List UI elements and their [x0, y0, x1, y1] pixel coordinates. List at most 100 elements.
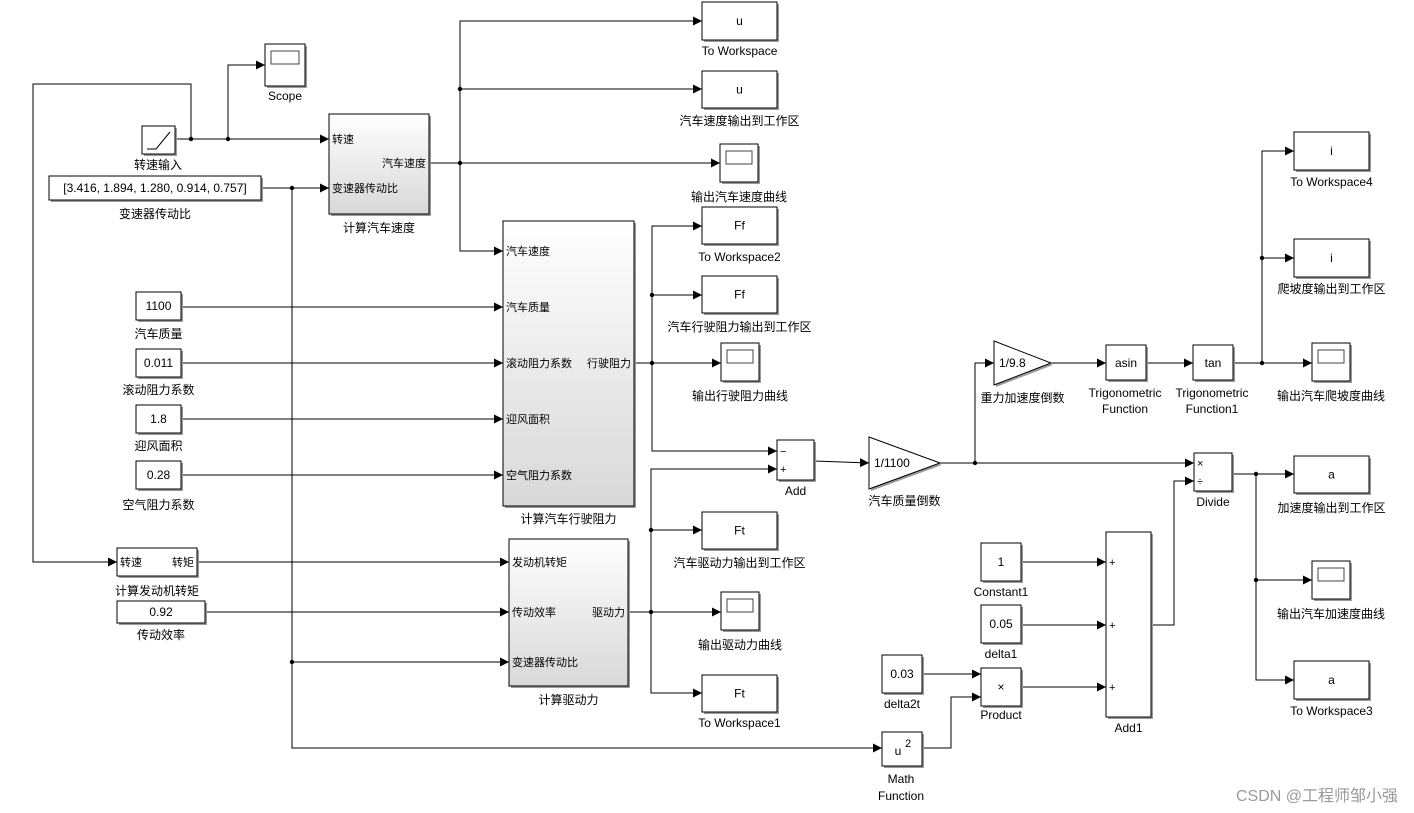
- signal-line[interactable]: [1151, 476, 1194, 626]
- signal-line[interactable]: [974, 358, 994, 463]
- signal-line[interactable]: [650, 612, 702, 698]
- accel-scope-block[interactable]: 输出汽车加速度曲线: [1277, 560, 1385, 621]
- divide-subsystem[interactable]: × ÷ Divide: [1193, 452, 1234, 509]
- exponent: 2: [905, 738, 911, 750]
- resist-ws-block[interactable]: Ff 汽车行驶阻力输出到工作区: [667, 275, 812, 334]
- input-port-label: +: [1109, 682, 1115, 694]
- input-port-label: +: [1109, 557, 1115, 569]
- constant1-block[interactable]: 1 Constant1: [974, 542, 1029, 599]
- tw3-block[interactable]: a To Workspace3: [1290, 660, 1373, 718]
- block-label: To Workspace3: [1290, 704, 1373, 718]
- block-label: 传动效率: [137, 627, 185, 642]
- efficiency-block[interactable]: 0.92 传动效率: [116, 600, 207, 642]
- block-value: 1100: [146, 299, 172, 313]
- drive-ws-block[interactable]: Ft 汽车驱动力输出到工作区: [673, 511, 806, 570]
- input-port-label: ×: [1197, 458, 1203, 470]
- block-label: 汽车驱动力输出到工作区: [673, 555, 805, 570]
- tw2-block[interactable]: Ff To Workspace2: [698, 206, 781, 264]
- block-label: Math: [888, 772, 915, 786]
- tan-trig-function[interactable]: tan Trigonometric Function1: [1176, 344, 1249, 416]
- block-label: 输出汽车速度曲线: [691, 189, 787, 204]
- input-port-label: −: [780, 446, 786, 458]
- block-value: 0.05: [989, 617, 1013, 631]
- scope-screen-icon: [726, 349, 754, 364]
- watermark: CSDN @工程师邹小强: [1236, 787, 1398, 805]
- block-label: Divide: [1196, 495, 1230, 509]
- signal-line[interactable]: [227, 60, 265, 139]
- output-port-label: 汽车速度: [382, 156, 426, 170]
- block-label: 转速输入: [134, 157, 182, 172]
- block-label: To Workspace: [702, 44, 778, 58]
- input-port-label: 发动机转矩: [512, 555, 567, 569]
- delta2t-block[interactable]: 0.03 delta2t: [881, 654, 924, 711]
- resist-scope-block[interactable]: 输出行驶阻力曲线: [692, 342, 788, 403]
- inv-mass-gain[interactable]: 1/1100 汽车质量倒数: [868, 436, 942, 508]
- block-label: delta2t: [884, 697, 921, 711]
- block-label: 重力加速度倒数: [980, 390, 1064, 405]
- branch-point: [1259, 360, 1265, 366]
- mass-block[interactable]: 1100 汽车质量: [134, 291, 183, 341]
- calc-drive-subsystem[interactable]: 发动机转矩传动效率变速器传动比 驱动力计算驱动力: [508, 538, 630, 707]
- signal-line[interactable]: [922, 692, 981, 749]
- drive-scope-block[interactable]: 输出驱动力曲线: [698, 591, 782, 652]
- block-label: Scope: [268, 89, 302, 103]
- block-label: 计算驱动力: [538, 692, 598, 707]
- branch-point: [188, 136, 194, 142]
- branch-point: [649, 292, 655, 298]
- block-label: Add: [785, 484, 806, 498]
- add-subsystem[interactable]: − + Add: [776, 439, 816, 498]
- signal-line[interactable]: [1261, 146, 1294, 363]
- block-label: To Workspace4: [1290, 175, 1373, 189]
- asin-trig-function[interactable]: asin Trigonometric Function: [1089, 344, 1162, 416]
- block-value: 0.92: [149, 605, 173, 619]
- input-port-label: 汽车速度: [506, 244, 550, 258]
- delta1-block[interactable]: 0.05 delta1: [980, 604, 1023, 661]
- block-frame: [881, 731, 923, 767]
- math-function-block[interactable]: u 2 Math Function: [878, 731, 924, 803]
- signal-line[interactable]: [813, 458, 870, 468]
- signal-line[interactable]: [459, 16, 702, 163]
- inv-g-gain[interactable]: 1/9.8 重力加速度倒数: [980, 340, 1065, 405]
- input-port-label: 转速: [120, 555, 142, 569]
- grade-ws-block[interactable]: i 爬坡度输出到工作区: [1277, 238, 1386, 296]
- output-port-label: 行驶阻力: [587, 356, 631, 370]
- grade-scope-block[interactable]: 输出汽车爬坡度曲线: [1277, 342, 1385, 403]
- block-value: u: [736, 14, 743, 28]
- block-value: 0.03: [890, 667, 914, 681]
- area-block[interactable]: 1.8 迎风面积: [134, 404, 183, 453]
- input-port-label: 空气阻力系数: [506, 468, 572, 482]
- calc-speed-subsystem[interactable]: 转速变速器传动比 汽车速度计算汽车速度: [328, 113, 431, 235]
- tw4-block[interactable]: i To Workspace4: [1290, 131, 1373, 189]
- signal-line[interactable]: [459, 163, 503, 256]
- tw1-block[interactable]: Ft To Workspace1: [698, 674, 781, 730]
- speed-input-ramp[interactable]: 转速输入: [134, 125, 182, 172]
- speed-ws-block[interactable]: u 汽车速度输出到工作区: [679, 70, 800, 128]
- engine-torque-subsystem[interactable]: 转速 转矩计算发动机转矩: [115, 547, 199, 598]
- block-value: 0.011: [144, 356, 173, 370]
- roll-block[interactable]: 0.011 滚动阻力系数: [122, 348, 195, 397]
- product-block[interactable]: × Product: [980, 667, 1023, 722]
- calc-resist-subsystem[interactable]: 汽车速度汽车质量滚动阻力系数迎风面积空气阻力系数 行驶阻力计算汽车行驶阻力: [502, 220, 636, 526]
- block-label: 空气阻力系数: [122, 497, 194, 512]
- scope-block[interactable]: Scope: [264, 43, 307, 103]
- block-label: 汽车质量倒数: [868, 493, 940, 508]
- input-port-label: 汽车质量: [506, 300, 550, 314]
- branch-point: [1253, 471, 1259, 477]
- block-value: asin: [1115, 356, 1137, 370]
- output-port-label: 驱动力: [592, 606, 625, 619]
- tw-u-block[interactable]: u To Workspace: [701, 1, 779, 58]
- air-block[interactable]: 0.28 空气阻力系数: [122, 460, 195, 512]
- block-label: 输出汽车加速度曲线: [1277, 606, 1385, 621]
- accel-ws-block[interactable]: a 加速度输出到工作区: [1277, 455, 1386, 515]
- block-label: To Workspace2: [698, 250, 781, 264]
- block-value: 1: [998, 555, 1005, 569]
- branch-point: [457, 160, 463, 166]
- input-port-label: +: [780, 464, 786, 476]
- block-label: 变速器传动比: [119, 206, 191, 221]
- block-label: Function: [1102, 402, 1148, 416]
- add1-subsystem[interactable]: + + + Add1: [1105, 531, 1153, 735]
- gear-ratio-block[interactable]: [3.416, 1.894, 1.280, 0.914, 0.757] 变速器传动…: [48, 175, 263, 221]
- branch-point: [457, 86, 463, 92]
- block-value: 1/1100: [874, 456, 910, 470]
- speed-scope-block[interactable]: 输出汽车速度曲线: [691, 143, 787, 204]
